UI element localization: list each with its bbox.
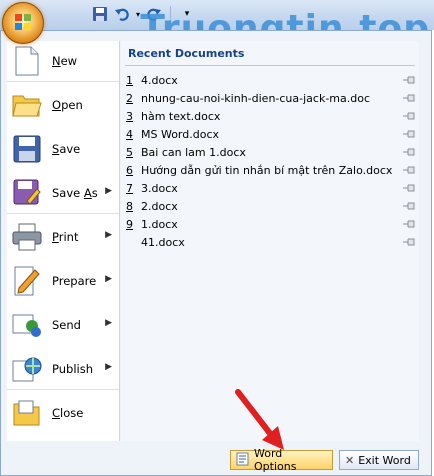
mnemonic-letter: N — [52, 54, 61, 68]
recent-document-number: 5 — [126, 145, 133, 159]
submenu-arrow-icon: ▶ — [105, 318, 112, 328]
word-options-button[interactable]: Word Options — [230, 447, 333, 473]
recent-document-item[interactable]: 41.docx — [126, 233, 416, 251]
save-icon[interactable] — [90, 4, 110, 24]
mnemonic-letter: P — [52, 230, 59, 244]
menu-prepare-label: Prepare — [52, 274, 97, 288]
recent-document-number: 1 — [126, 73, 133, 87]
pin-icon[interactable] — [402, 111, 416, 121]
exit-word-button[interactable]: ✕ Exit Word — [339, 450, 419, 470]
exit-word-label: Exit Word — [358, 453, 411, 467]
office-button[interactable] — [2, 2, 44, 44]
recent-document-item[interactable]: 2 nhung-cau-noi-kinh-dien-cua-jack-ma.do… — [126, 89, 416, 107]
submenu-arrow-icon: ▶ — [105, 230, 112, 240]
recent-document-item[interactable]: 9 1.docx — [126, 215, 416, 233]
menu-new-label: New — [52, 54, 78, 68]
exit-icon: ✕ — [345, 453, 355, 467]
menu-open[interactable]: Open — [7, 85, 119, 125]
recent-documents-panel: Recent Documents 1 4.docx 2 nhung-cau-no… — [121, 41, 419, 441]
recent-documents-divider — [125, 65, 415, 66]
menu-new[interactable]: New — [7, 41, 119, 82]
pin-icon[interactable] — [402, 147, 416, 157]
recent-document-item[interactable]: 4 MS Word.docx — [126, 125, 416, 143]
pin-icon[interactable] — [402, 75, 416, 85]
title-bar: ▾ ▾ Truongtin.top — [0, 0, 434, 49]
menu-prepare[interactable]: Prepare ▶ — [7, 261, 119, 301]
recent-document-number: 2 — [126, 91, 133, 105]
recent-document-number: 7 — [126, 181, 133, 195]
menu-send-label: Send — [52, 318, 81, 332]
recent-document-name: 2.docx — [141, 199, 178, 213]
submenu-arrow-icon: ▶ — [105, 186, 112, 196]
recent-document-item[interactable]: 6 Hướng dẫn gửi tin nhắn bí mật trên Zal… — [126, 161, 416, 179]
pin-icon[interactable] — [402, 201, 416, 211]
mnemonic-letter: C — [52, 406, 61, 420]
pin-icon[interactable] — [402, 237, 416, 247]
menu-save[interactable]: Save — [7, 129, 119, 169]
menu-open-label: Open — [52, 98, 83, 112]
recent-document-number: 3 — [126, 109, 133, 123]
menu-print[interactable]: Print ▶ — [7, 217, 119, 257]
recent-document-item[interactable]: 1 4.docx — [126, 71, 416, 89]
recent-document-name: 1.docx — [141, 217, 178, 231]
word-options-label: Word Options — [254, 447, 297, 473]
recent-documents-title: Recent Documents — [128, 47, 245, 60]
menu-send[interactable]: Send ▶ — [7, 305, 119, 345]
prepare-icon — [11, 265, 43, 297]
submenu-arrow-icon: ▶ — [105, 362, 112, 372]
recent-document-name: 4.docx — [141, 73, 178, 87]
recent-document-item[interactable]: 3 hàm text.docx — [126, 107, 416, 125]
office-menu: New Open Save Save As ▶ Print ▶ Prepare … — [0, 30, 432, 476]
recent-document-item[interactable]: 8 2.docx — [126, 197, 416, 215]
recent-document-number: 9 — [126, 217, 133, 231]
menu-publish-label: Publish — [52, 362, 93, 376]
save-disk-icon — [11, 133, 43, 165]
menu-save-as-label: Save As — [52, 186, 98, 200]
save-as-icon — [11, 177, 43, 209]
recent-document-name: 3.docx — [141, 181, 178, 195]
word-options-icon — [236, 452, 250, 469]
pin-icon[interactable] — [402, 183, 416, 193]
menu-footer: Word Options ✕ Exit Word — [1, 445, 431, 475]
recent-document-item[interactable]: 7 3.docx — [126, 179, 416, 197]
mnemonic-letter: A — [83, 186, 92, 200]
command-list: New Open Save Save As ▶ Print ▶ Prepare … — [7, 41, 120, 441]
mnemonic-letter: S — [52, 142, 60, 156]
open-folder-icon — [11, 89, 43, 121]
pin-icon[interactable] — [402, 129, 416, 139]
recent-document-item[interactable]: 5 Bai can lam 1.docx — [126, 143, 416, 161]
recent-document-name: Bai can lam 1.docx — [141, 145, 246, 159]
submenu-arrow-icon: ▶ — [105, 274, 112, 284]
mnemonic-letter: O — [52, 98, 62, 112]
menu-save-as[interactable]: Save As ▶ — [7, 173, 119, 214]
menu-print-label: Print — [52, 230, 79, 244]
new-document-icon — [11, 45, 43, 77]
close-folder-icon — [11, 397, 43, 429]
menu-close-label: Close — [52, 406, 84, 420]
menu-close[interactable]: Close — [7, 393, 119, 433]
send-icon — [11, 309, 43, 341]
pin-icon[interactable] — [402, 93, 416, 103]
recent-document-name: 41.docx — [141, 235, 185, 249]
publish-icon — [11, 353, 43, 385]
recent-document-number: 4 — [126, 127, 133, 141]
recent-document-number: 8 — [126, 199, 133, 213]
pin-icon[interactable] — [402, 219, 416, 229]
recent-document-name: Hướng dẫn gửi tin nhắn bí mật trên Zalo.… — [141, 163, 393, 177]
menu-publish[interactable]: Publish ▶ — [7, 349, 119, 390]
recent-document-name: hàm text.docx — [141, 109, 221, 123]
recent-document-name: nhung-cau-noi-kinh-dien-cua-jack-ma.doc — [141, 91, 371, 105]
pin-icon[interactable] — [402, 165, 416, 175]
undo-icon[interactable] — [112, 4, 132, 24]
recent-document-number: 6 — [126, 163, 133, 177]
recent-document-name: MS Word.docx — [141, 127, 220, 141]
office-logo-icon — [15, 14, 31, 30]
menu-save-label: Save — [52, 142, 81, 156]
printer-icon — [11, 221, 43, 253]
